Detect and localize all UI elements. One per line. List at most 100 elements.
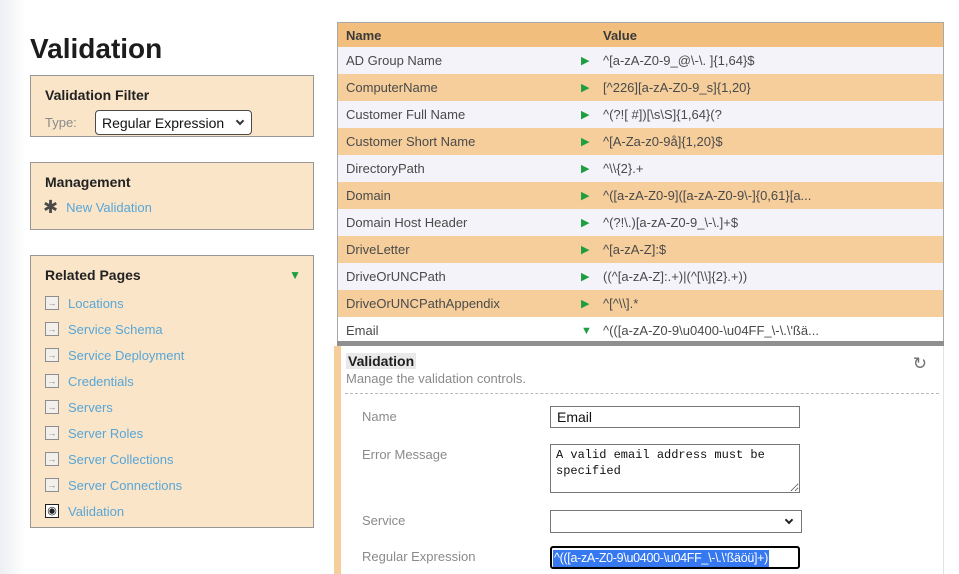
- row-value-cell: ▶ ^(?![ #])[\s\S]{1,64}(?: [581, 107, 943, 122]
- column-header-name: Name: [346, 27, 382, 43]
- filter-type-select[interactable]: Regular Expression: [95, 110, 252, 135]
- sidebar-item-server-collections[interactable]: → Server Collections: [31, 446, 313, 472]
- row-name-cell: DirectoryPath: [346, 161, 425, 176]
- expand-row-icon[interactable]: ▶: [581, 162, 595, 175]
- table-row[interactable]: DriveOrUNCPathAppendix ▶ ^[^\\].*: [338, 290, 943, 317]
- row-value-text: ^[^\\].*: [603, 296, 639, 311]
- expand-row-icon[interactable]: ▶: [581, 270, 595, 283]
- expand-row-icon[interactable]: ▶: [581, 297, 595, 310]
- sidebar-item-service-schema[interactable]: → Service Schema: [31, 316, 313, 342]
- row-value-cell: ▶ ^([a-zA-Z0-9]([a-zA-Z0-9\-]{0,61}[a...: [581, 188, 943, 203]
- row-name-cell: Email: [346, 323, 379, 338]
- table-row[interactable]: DriveOrUNCPath ▶ ((^[a-zA-Z]:.+)|(^[\\]{2}…: [338, 263, 943, 290]
- detail-left-accent: [334, 346, 341, 574]
- sidebar-item-servers[interactable]: → Servers: [31, 394, 313, 420]
- validation-table: Name Value AD Group Name ▶ ^[a-zA-Z0-9_@\-…: [337, 22, 944, 344]
- row-name-cell: DriveOrUNCPath: [346, 269, 446, 284]
- row-name-cell: ComputerName: [346, 80, 438, 95]
- sidebar-item-label: Service Deployment: [68, 347, 185, 363]
- detail-title: Validation: [346, 353, 417, 369]
- expand-row-icon[interactable]: ▶: [581, 81, 595, 94]
- target-icon: ◉: [45, 504, 59, 518]
- collapse-row-icon[interactable]: ▼: [581, 325, 595, 337]
- table-row[interactable]: Customer Full Name ▶ ^(?![ #])[\s\S]{1,64}…: [338, 101, 943, 128]
- arrow-icon: →: [45, 452, 59, 466]
- selected-text: ^(([a-zA-Z0-9\u0400-\u04FF_\-\.\'ßäöü]+): [553, 550, 770, 567]
- type-label: Type:: [45, 115, 77, 130]
- management-box-title: Management: [45, 174, 131, 190]
- sidebar-item-service-deployment[interactable]: → Service Deployment: [31, 342, 313, 368]
- row-value-text: ^(([a-zA-Z0-9\u0400-\u04FF_\-\.\'ßä...: [603, 323, 819, 338]
- page-left-gradient: [0, 0, 26, 574]
- row-value-text: ^[a-zA-Z0-9_@\-\. ]{1,64}$: [603, 53, 755, 68]
- row-name-cell: Customer Short Name: [346, 134, 476, 149]
- row-value-cell: ▼ ^(([a-zA-Z0-9\u0400-\u04FF_\-\.\'ßä...: [581, 323, 943, 338]
- row-value-cell: ▶ ^(?!\.)[a-zA-Z0-9_\-\.]+$: [581, 215, 943, 230]
- dashed-divider: [345, 393, 939, 394]
- row-value-cell: ▶ ^[A-Za-z0-9å]{1,20}$: [581, 134, 943, 149]
- arrow-icon: →: [45, 348, 59, 362]
- row-value-text: ^\\{2}.+: [603, 161, 644, 176]
- table-row[interactable]: Domain Host Header ▶ ^(?!\.)[a-zA-Z0-9_\-\…: [338, 209, 943, 236]
- row-name-cell: Domain Host Header: [346, 215, 468, 230]
- table-row[interactable]: AD Group Name ▶ ^[a-zA-Z0-9_@\-\. ]{1,64}$: [338, 47, 943, 74]
- row-name-cell: DriveLetter: [346, 242, 410, 257]
- table-row[interactable]: Customer Short Name ▶ ^[A-Za-z0-9å]{1,20}$: [338, 128, 943, 155]
- table-row[interactable]: Domain ▶ ^([a-zA-Z0-9]([a-zA-Z0-9\-]{0,61}…: [338, 182, 943, 209]
- row-value-cell: ▶ ^[^\\].*: [581, 296, 943, 311]
- sidebar-item-credentials[interactable]: → Credentials: [31, 368, 313, 394]
- arrow-icon: →: [45, 296, 59, 310]
- regular-expression-input[interactable]: ^(([a-zA-Z0-9\u0400-\u04FF_\-\.\'ßäöü]+): [550, 546, 800, 569]
- sidebar-item-label: Validation: [68, 503, 125, 519]
- row-value-text: ((^[a-zA-Z]:.+)|(^[\\]{2}.+)): [603, 269, 748, 284]
- row-name-cell: Customer Full Name: [346, 107, 466, 122]
- arrow-icon: →: [45, 426, 59, 440]
- table-header-row: Name Value: [338, 23, 943, 47]
- table-row[interactable]: DirectoryPath ▶ ^\\{2}.+: [338, 155, 943, 182]
- arrow-icon: →: [45, 400, 59, 414]
- filter-box-title: Validation Filter: [45, 87, 150, 103]
- row-value-text: ^[a-zA-Z]:$: [603, 242, 667, 257]
- error-message-textarea[interactable]: A valid email address must be specified: [550, 444, 800, 493]
- table-row[interactable]: Email ▼ ^(([a-zA-Z0-9\u0400-\u04FF_\-\.\'ß…: [338, 317, 943, 344]
- sidebar-item-label: Server Connections: [68, 477, 183, 493]
- row-value-text: ^(?![ #])[\s\S]{1,64}(?: [603, 107, 722, 122]
- arrow-icon: →: [45, 322, 59, 336]
- row-value-text: ^[A-Za-z0-9å]{1,20}$: [603, 134, 723, 149]
- sidebar-item-label: Server Roles: [68, 425, 144, 441]
- expand-row-icon[interactable]: ▶: [581, 216, 595, 229]
- page-title: Validation: [30, 32, 163, 64]
- sidebar-item-validation[interactable]: ◉ Validation: [31, 498, 313, 524]
- sidebar-item-label: Service Schema: [68, 321, 163, 337]
- column-header-value: Value: [603, 27, 637, 43]
- related-pages-list: → Locations → Service Schema → Service Deploy…: [31, 290, 313, 524]
- related-pages-title: Related Pages ▼: [45, 267, 301, 283]
- collapse-triangle-icon[interactable]: ▼: [289, 268, 301, 282]
- row-value-cell: ▶ [^226][a-zA-Z0-9_s]{1,20}: [581, 80, 943, 95]
- sidebar-item-locations[interactable]: → Locations: [31, 290, 313, 316]
- name-field-label: Name: [362, 409, 397, 424]
- detail-subtitle: Manage the validation controls.: [346, 371, 526, 386]
- table-row[interactable]: ComputerName ▶ [^226][a-zA-Z0-9_s]{1,20}: [338, 74, 943, 101]
- sidebar-item-server-roles[interactable]: → Server Roles: [31, 420, 313, 446]
- refresh-icon[interactable]: ↻: [913, 354, 927, 374]
- expand-row-icon[interactable]: ▶: [581, 135, 595, 148]
- sidebar-item-server-connections[interactable]: → Server Connections: [31, 472, 313, 498]
- name-input[interactable]: [550, 406, 800, 428]
- expand-row-icon[interactable]: ▶: [581, 189, 595, 202]
- table-row[interactable]: DriveLetter ▶ ^[a-zA-Z]:$: [338, 236, 943, 263]
- sidebar-item-label: Server Collections: [68, 451, 174, 467]
- sidebar-item-label: Credentials: [68, 373, 134, 389]
- row-value-text: [^226][a-zA-Z0-9_s]{1,20}: [603, 80, 751, 95]
- service-select[interactable]: [550, 510, 802, 533]
- sidebar-item-label: Servers: [68, 399, 113, 415]
- expand-row-icon[interactable]: ▶: [581, 243, 595, 256]
- sidebar-item-label: Locations: [68, 295, 124, 311]
- row-value-cell: ▶ ^[a-zA-Z]:$: [581, 242, 943, 257]
- new-validation-link[interactable]: New Validation: [66, 200, 152, 215]
- expand-row-icon[interactable]: ▶: [581, 108, 595, 121]
- expand-row-icon[interactable]: ▶: [581, 54, 595, 67]
- validation-table-body: AD Group Name ▶ ^[a-zA-Z0-9_@\-\. ]{1,64}$…: [338, 47, 943, 344]
- regular-expression-label: Regular Expression: [362, 549, 476, 564]
- arrow-icon: →: [45, 478, 59, 492]
